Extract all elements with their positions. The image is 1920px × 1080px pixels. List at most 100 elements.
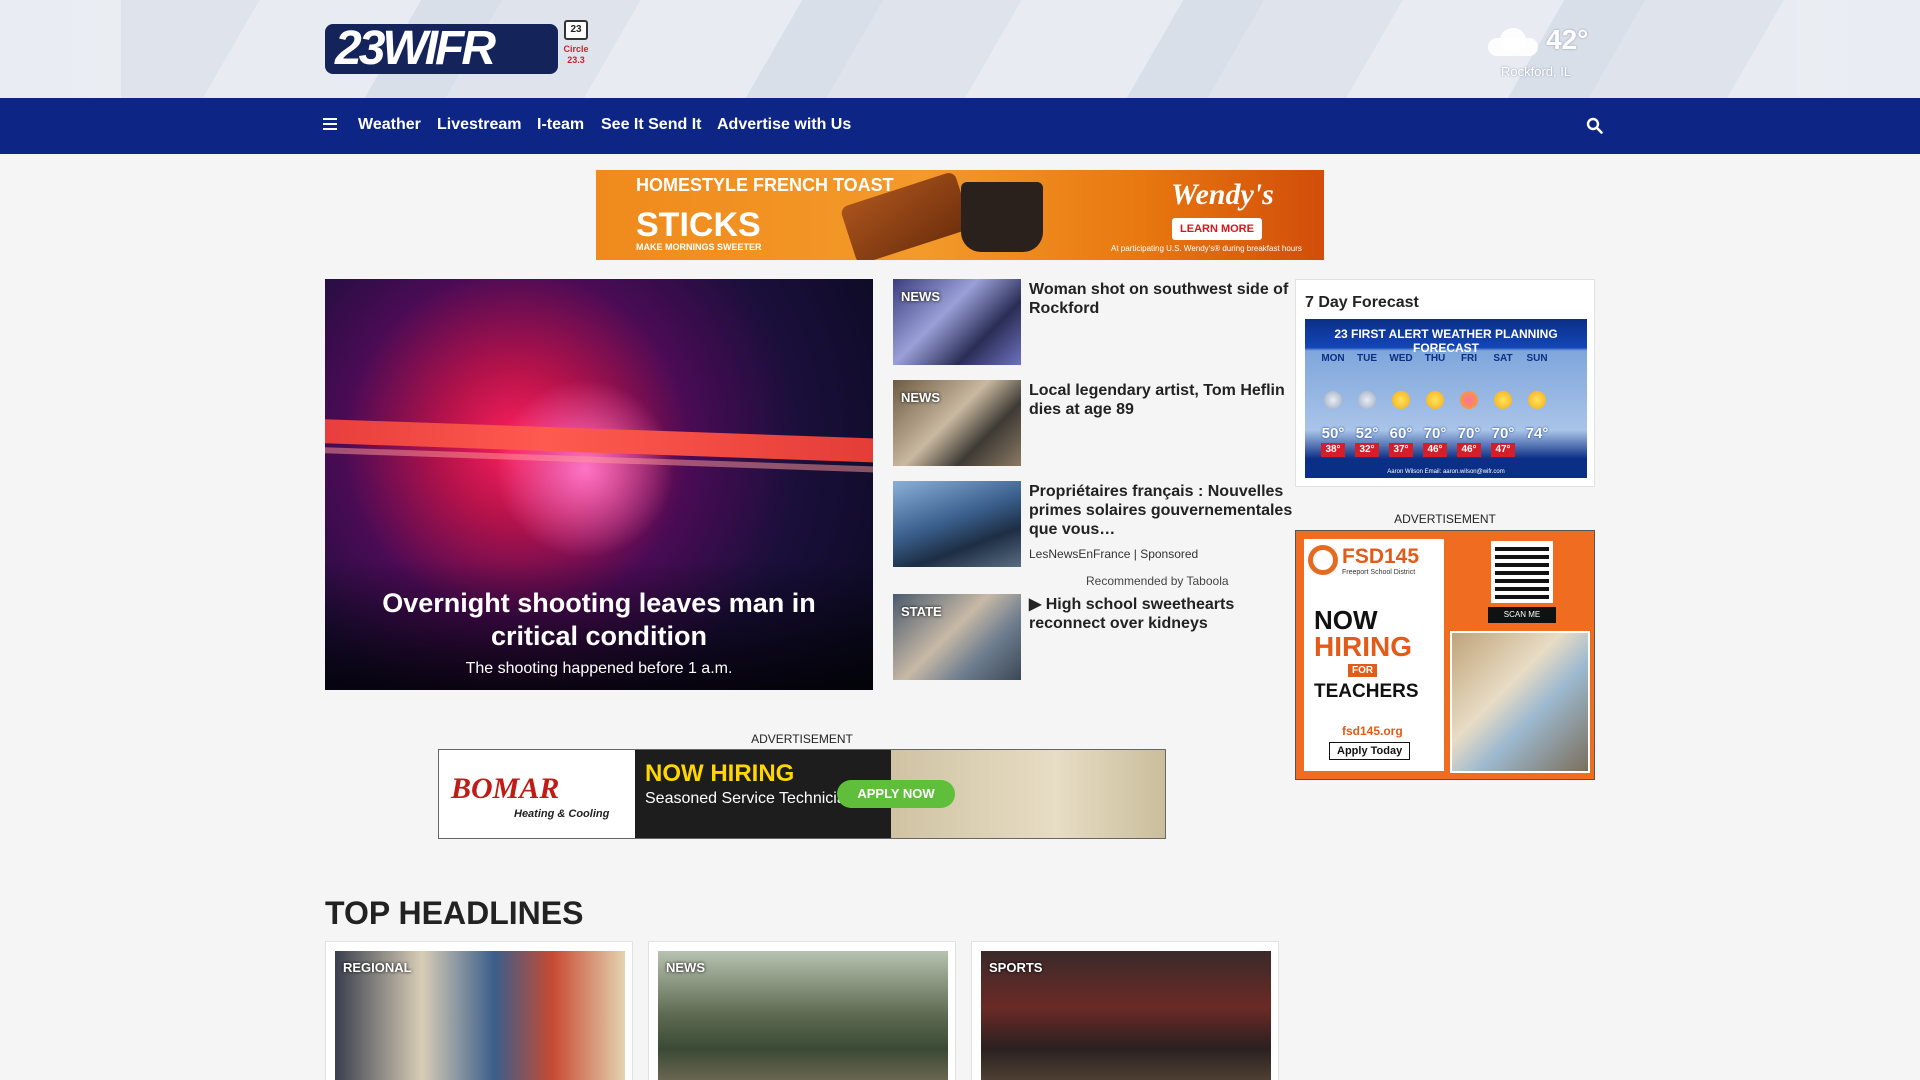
ad-bottom-brand: BOMAR bbox=[451, 772, 560, 805]
forecast-day: WED bbox=[1389, 353, 1413, 364]
weather-widget[interactable]: 42° Rockford, IL bbox=[1480, 22, 1600, 82]
hamburger-menu-icon[interactable] bbox=[323, 118, 337, 130]
story-tag: STATE bbox=[901, 604, 942, 619]
nav-item-livestream[interactable]: Livestream bbox=[437, 116, 522, 134]
story-item[interactable]: NEWS Local legendary artist, Tom Heflin … bbox=[893, 380, 1293, 466]
ad-side-hiring: HIRING bbox=[1314, 631, 1412, 662]
headline-card[interactable]: NEWS bbox=[648, 941, 956, 1080]
ad-top-line2: STICKS bbox=[636, 206, 761, 244]
sun-icon bbox=[1460, 391, 1478, 409]
logo-text: 23WIFR bbox=[335, 22, 496, 75]
ad-side-brand-sub: Freeport School District bbox=[1342, 569, 1416, 576]
forecast-banner: 23 FIRST ALERT WEATHER PLANNING FORECAST bbox=[1334, 327, 1558, 355]
ad-learn-more-button[interactable]: LEARN MORE bbox=[1172, 218, 1262, 240]
story-headline[interactable]: Propriétaires français : Nouvelles prime… bbox=[1029, 482, 1293, 539]
hero-headline[interactable]: Overnight shooting leaves man in critica… bbox=[325, 587, 873, 653]
forecast-high: 50° bbox=[1321, 425, 1345, 442]
forecast-title: 7 Day Forecast bbox=[1305, 294, 1419, 311]
forecast-high: 70° bbox=[1491, 425, 1515, 442]
ad-label: ADVERTISEMENT bbox=[1394, 512, 1496, 526]
story-thumbnail[interactable] bbox=[893, 481, 1021, 567]
nav-item-see-it-send-it[interactable]: See It Send It bbox=[601, 116, 701, 134]
headline-card-tag: REGIONAL bbox=[343, 960, 412, 975]
headline-card[interactable]: SPORTS bbox=[971, 941, 1279, 1080]
hero-subtitle: The shooting happened before 1 a.m. bbox=[465, 660, 733, 677]
story-tag: NEWS bbox=[901, 390, 940, 405]
sun-icon bbox=[1426, 391, 1444, 409]
nav-item-advertise[interactable]: Advertise with Us bbox=[717, 116, 851, 134]
forecast-day: TUE bbox=[1357, 353, 1377, 364]
forecast-low: 37° bbox=[1389, 443, 1413, 457]
story-tag: NEWS bbox=[901, 289, 940, 304]
headline-card[interactable]: REGIONAL bbox=[325, 941, 633, 1080]
apply-now-button[interactable]: APPLY NOW bbox=[837, 780, 955, 808]
forecast-day: SAT bbox=[1493, 353, 1513, 364]
story-headline[interactable]: Local legendary artist, Tom Heflin dies … bbox=[1029, 381, 1293, 419]
logo-badge: 23 bbox=[564, 20, 588, 40]
current-temperature: 42° bbox=[1546, 24, 1589, 55]
hero-story[interactable]: Overnight shooting leaves man in critica… bbox=[325, 279, 873, 690]
logo-sub: Circle 23.3 bbox=[563, 44, 589, 65]
forecast-low: 38° bbox=[1321, 443, 1345, 457]
weather-location: Rockford, IL bbox=[1501, 64, 1572, 79]
ad-bottom-sub: Seasoned Service Technicians bbox=[645, 790, 863, 807]
ad-side-for: FOR bbox=[1348, 664, 1378, 677]
side-ad[interactable]: FSD145 Freeport School District NOW HIRI… bbox=[1295, 530, 1595, 780]
top-headlines-title: TOP HEADLINES bbox=[325, 895, 584, 931]
ad-top-brand: Wendy's bbox=[1171, 178, 1274, 211]
story-headline[interactable]: Woman shot on southwest side of Rockford bbox=[1029, 280, 1293, 318]
forecast-high: 70° bbox=[1423, 425, 1447, 442]
bottom-banner-ad[interactable]: BOMAR Heating & Cooling NOW HIRING Seaso… bbox=[438, 749, 1166, 839]
forecast-footer: Aaron Wilson Email: aaron.wilson@wifr.co… bbox=[1305, 466, 1587, 478]
forecast-high: 70° bbox=[1457, 425, 1481, 442]
forecast-high: 74° bbox=[1525, 425, 1549, 442]
ad-top-line1: HOMESTYLE FRENCH TOAST bbox=[636, 175, 894, 195]
sponsor-source[interactable]: LesNewsEnFrance bbox=[1029, 547, 1130, 561]
forecast-day: FRI bbox=[1460, 353, 1478, 364]
sponsored-label: Sponsored bbox=[1140, 547, 1199, 561]
site-logo[interactable]: 23WIFR 23 Circle 23.3 bbox=[325, 20, 589, 75]
ad-label: ADVERTISEMENT bbox=[751, 732, 853, 746]
headline-card-tag: NEWS bbox=[666, 960, 705, 975]
cloud-icon bbox=[1488, 28, 1540, 56]
apply-today-button[interactable]: Apply Today bbox=[1329, 742, 1411, 760]
cloud-icon bbox=[1324, 391, 1342, 409]
forecast-day: MON bbox=[1321, 353, 1345, 364]
search-icon[interactable] bbox=[1586, 117, 1603, 134]
forecast-high: 52° bbox=[1355, 425, 1379, 442]
ad-side-teachers: TEACHERS bbox=[1314, 681, 1419, 702]
top-banner-ad[interactable]: HOMESTYLE FRENCH TOAST STICKS MAKE MORNI… bbox=[596, 170, 1324, 260]
seven-day-forecast[interactable]: 7 Day Forecast 23 FIRST ALERT WEATHER PL… bbox=[1295, 279, 1595, 487]
forecast-day: THU bbox=[1424, 353, 1446, 364]
ad-side-photo bbox=[1450, 631, 1590, 773]
sun-icon bbox=[1392, 391, 1410, 409]
forecast-footer-text: Aaron Wilson Email: aaron.wilson@wifr.co… bbox=[1387, 469, 1505, 475]
ad-fine-print: At participating U.S. Wendy's® during br… bbox=[1111, 244, 1302, 253]
story-headline[interactable]: ▶ High school sweethearts reconnect over… bbox=[1029, 595, 1293, 633]
forecast-low: 32° bbox=[1355, 443, 1379, 457]
cloud-icon bbox=[1358, 391, 1376, 409]
forecast-graphic[interactable]: 23 FIRST ALERT WEATHER PLANNING FORECAST… bbox=[1305, 319, 1587, 478]
qr-code-icon bbox=[1491, 541, 1553, 603]
taboola-credit[interactable]: Recommended by Taboola bbox=[1086, 574, 1229, 588]
ad-side-site: fsd145.org bbox=[1342, 724, 1403, 738]
forecast-low: 46° bbox=[1423, 443, 1447, 457]
headline-card-tag: SPORTS bbox=[989, 960, 1043, 975]
ad-side-brand: FSD145 bbox=[1342, 545, 1420, 568]
nav-item-i-team[interactable]: I-team bbox=[537, 116, 584, 134]
sponsored-meta: LesNewsEnFrance | Sponsored bbox=[1029, 547, 1199, 561]
story-item[interactable]: STATE ▶ High school sweethearts reconnec… bbox=[893, 594, 1293, 680]
pretzel-logo-icon bbox=[1308, 545, 1338, 575]
forecast-low: 46° bbox=[1457, 443, 1481, 457]
ad-top-line3: MAKE MORNINGS SWEETER bbox=[636, 242, 762, 252]
ad-bottom-headline: NOW HIRING bbox=[645, 760, 795, 787]
story-item[interactable]: NEWS Woman shot on southwest side of Roc… bbox=[893, 279, 1293, 365]
ad-bottom-brand-sub: Heating & Cooling bbox=[514, 808, 610, 820]
sun-icon bbox=[1528, 391, 1546, 409]
forecast-low: 47° bbox=[1491, 443, 1515, 457]
nav-item-weather[interactable]: Weather bbox=[358, 116, 421, 134]
sponsored-story-item[interactable]: Propriétaires français : Nouvelles prime… bbox=[893, 481, 1293, 567]
logo-tv-icon: 23 Circle 23.3 bbox=[562, 20, 590, 76]
main-nav: Weather Livestream I-team See It Send It… bbox=[0, 98, 1920, 154]
forecast-day: SUN bbox=[1526, 353, 1548, 364]
